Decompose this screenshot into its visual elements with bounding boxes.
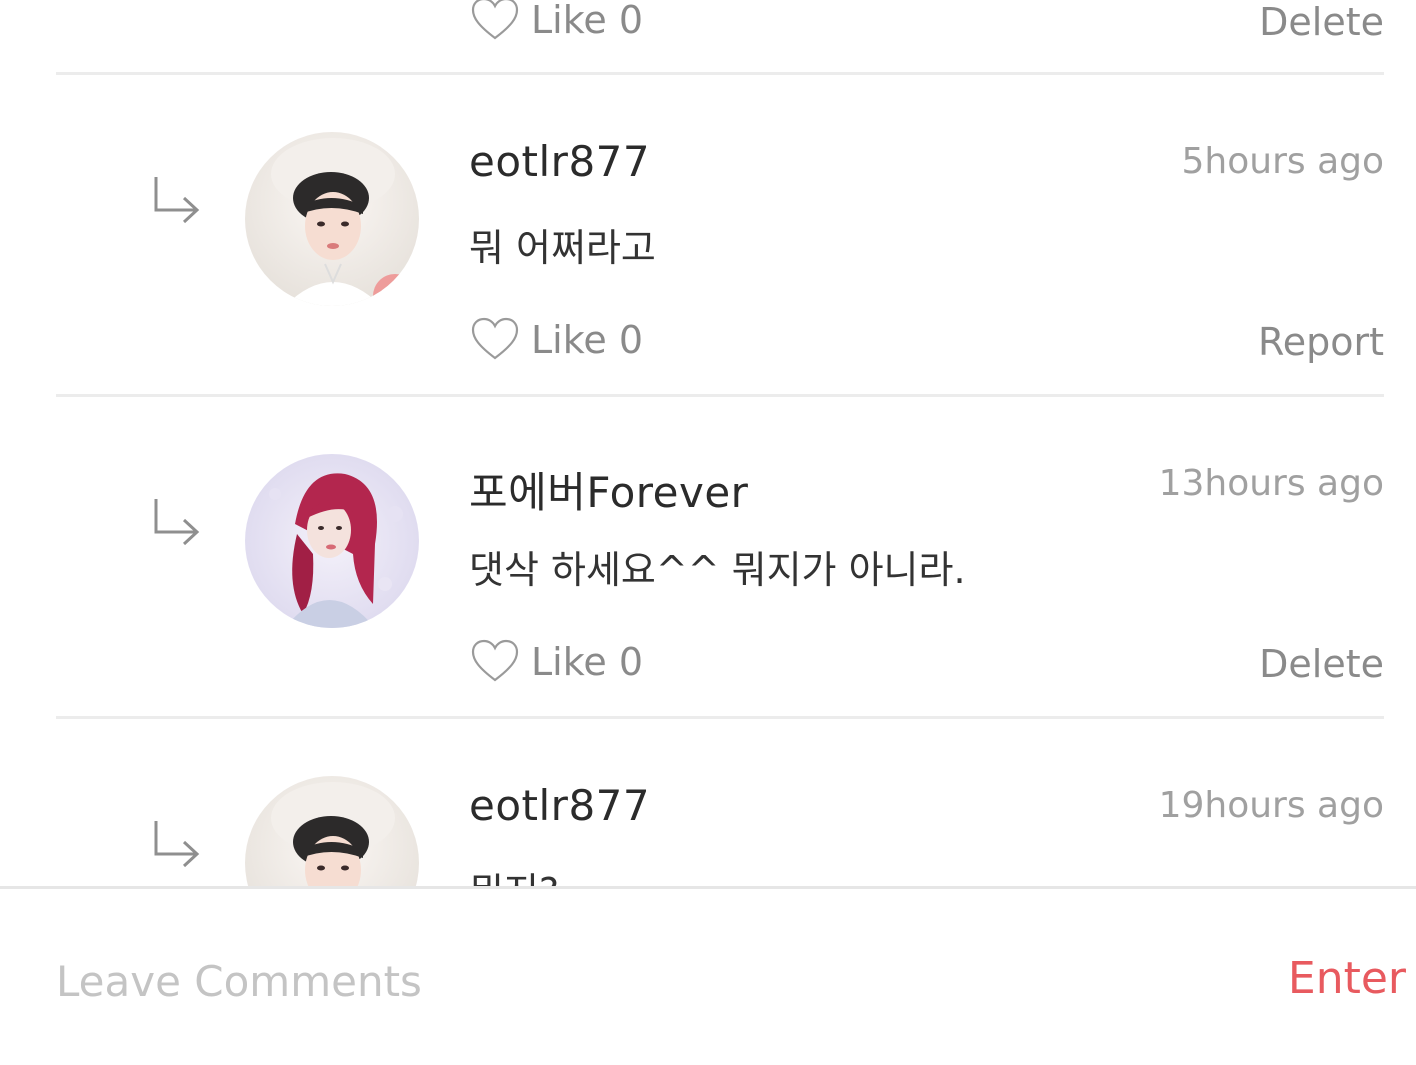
comment-item: Like 0 Delete (56, 0, 1384, 72)
reply-arrow-icon (154, 499, 200, 546)
avatar[interactable] (245, 454, 419, 628)
comment-input[interactable] (56, 951, 1206, 1011)
like-count-label: Like 0 (531, 0, 644, 42)
comment-timestamp: 13hours ago (1158, 463, 1384, 504)
comment-text: 댓삭 하세요^^ 뭐지가 아니라. (469, 548, 966, 592)
comment-timestamp: 19hours ago (1158, 785, 1384, 826)
heart-outline-icon (471, 639, 519, 682)
like-button[interactable]: Like 0 (469, 0, 643, 46)
reply-arrow-icon (154, 821, 200, 868)
comment-composer: Enter (0, 886, 1416, 1065)
comment-username[interactable]: 포에버Forever (469, 459, 748, 520)
like-button[interactable]: Like 0 (469, 314, 643, 366)
reply-arrow-icon (154, 177, 200, 224)
heart-outline-icon (471, 317, 519, 360)
like-count-label: Like 0 (531, 640, 644, 684)
heart-outline-icon (471, 0, 519, 40)
comment-text: 뭐지? (469, 861, 559, 888)
enter-button[interactable]: Enter (1288, 953, 1406, 1004)
like-button[interactable]: Like 0 (469, 636, 643, 688)
comment-item: 포에버Forever 13hours ago 댓삭 하세요^^ 뭐지가 아니라.… (56, 397, 1384, 719)
avatar[interactable] (245, 776, 419, 888)
comment-username[interactable]: eotlr877 (469, 137, 650, 186)
like-count-label: Like 0 (531, 318, 644, 362)
comment-item: eotlr877 5hours ago 뭐 어쩌라고 Like 0 Report (56, 75, 1384, 397)
comment-text: 뭐 어쩌라고 (469, 226, 656, 270)
comment-timestamp: 5hours ago (1181, 141, 1385, 182)
delete-button[interactable]: Delete (1259, 0, 1384, 44)
delete-button[interactable]: Delete (1259, 642, 1384, 686)
report-button[interactable]: Report (1258, 320, 1384, 364)
avatar[interactable] (245, 132, 419, 306)
comment-list: Like 0 Delete eotlr877 5hours ago 뭐 어쩌라고… (0, 0, 1416, 888)
comment-item: eotlr877 19hours ago 뭐지? (56, 719, 1384, 888)
comment-username[interactable]: eotlr877 (469, 781, 650, 830)
